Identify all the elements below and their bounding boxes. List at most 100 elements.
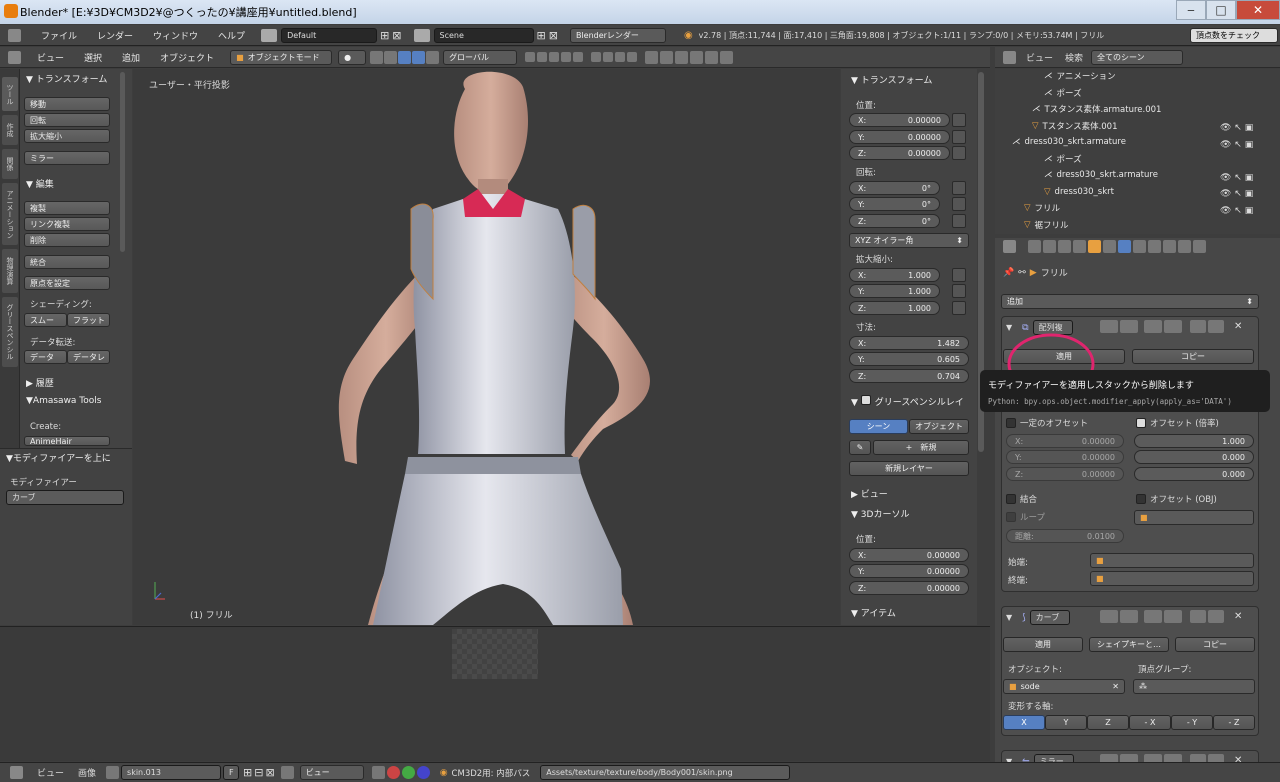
data-tab-icon[interactable] (1133, 240, 1146, 253)
layer-button[interactable] (561, 52, 572, 62)
relative-offset-x[interactable]: 1.000 (1134, 434, 1254, 448)
lock-icon[interactable] (952, 181, 966, 195)
scale-y-field[interactable]: Y: 1.000 (849, 284, 940, 298)
modifiers-tab-icon[interactable] (1118, 240, 1131, 253)
add-layout-icon[interactable]: ⊞ (380, 29, 389, 42)
grease-scene-button[interactable]: シーン (849, 419, 908, 434)
close-window-button[interactable]: ✕ (1236, 0, 1280, 20)
delete-button[interactable]: 削除 (24, 233, 110, 247)
tab-create[interactable]: 作成 (2, 115, 18, 145)
scale-z-field[interactable]: Z: 1.000 (849, 301, 940, 315)
physics-tab-icon[interactable] (1193, 240, 1206, 253)
rotation-x-field[interactable]: X: 0° (849, 181, 940, 195)
editor-type-icon[interactable] (8, 50, 21, 64)
loop-checkbox[interactable]: ループ (1006, 511, 1045, 523)
image-browse-icon[interactable] (106, 766, 120, 779)
lock-icon[interactable] (952, 113, 966, 127)
layer-button[interactable] (615, 52, 626, 62)
menu-object[interactable]: オブジェクト (150, 51, 224, 64)
vertex-group-field[interactable]: ⁂ (1133, 679, 1255, 694)
red-channel-icon[interactable] (386, 766, 400, 779)
scale-icon[interactable] (426, 50, 440, 64)
lock-icon[interactable] (645, 50, 659, 64)
array-copy-button[interactable]: コピー (1132, 349, 1254, 364)
editmode-toggle-icon[interactable] (1144, 320, 1162, 333)
snap-target-icon[interactable] (675, 50, 689, 64)
pivot-icon[interactable] (370, 50, 384, 64)
snap-icon[interactable] (660, 50, 674, 64)
layer-button[interactable] (627, 52, 638, 62)
flat-button[interactable]: フラット (67, 313, 110, 327)
rotation-z-field[interactable]: Z: 0° (849, 214, 940, 228)
lock-icon[interactable] (952, 146, 966, 160)
particles-tab-icon[interactable] (1178, 240, 1191, 253)
outliner-row[interactable]: ▽ フリル (1024, 200, 1060, 216)
layer-button[interactable] (549, 52, 560, 62)
cursor-z-field[interactable]: Z: 0.00000 (849, 581, 969, 595)
mode-select[interactable]: ■ オブジェクトモード (230, 49, 333, 65)
start-cap-field[interactable]: ■ (1090, 553, 1254, 568)
pin-image-icon[interactable] (280, 766, 294, 779)
set-origin-button[interactable]: 原点を設定 (24, 276, 110, 290)
render-engine-select[interactable]: Blenderレンダー (569, 27, 666, 43)
new-layer-button[interactable]: 新規レイヤー (849, 461, 969, 476)
editor-type-icon[interactable] (10, 766, 23, 779)
grease-toggle[interactable] (860, 395, 871, 405)
edit-panel-header[interactable]: ▼ 編集 (26, 177, 54, 190)
outliner-row[interactable]: ▽ Tスタンス素体.001 (1032, 118, 1118, 134)
move-up-icon[interactable] (1190, 320, 1206, 333)
const-offset-y[interactable]: Y: 0.00000 (1006, 450, 1124, 464)
menu-help[interactable]: ヘルプ (208, 29, 255, 42)
remove-scene-icon[interactable]: ⊠ (549, 29, 558, 42)
editmode-toggle-icon[interactable] (1144, 610, 1162, 623)
n-transform-header[interactable]: ▼ トランスフォーム (851, 73, 932, 86)
axis-x-button[interactable]: X (1003, 715, 1045, 730)
new-image-icon[interactable]: ⊞ (243, 766, 252, 779)
outliner-row[interactable]: ⋌ アニメーション (1044, 68, 1116, 84)
render-tab-icon[interactable] (1028, 240, 1041, 253)
relative-offset-z[interactable]: 0.000 (1134, 467, 1254, 481)
image-menu-image[interactable]: 画像 (78, 766, 96, 779)
axis-y-button[interactable]: Y (1045, 715, 1087, 730)
grease-pencil-header[interactable]: ▼ グリースペンシルレイ (851, 395, 976, 408)
translate-button[interactable]: 移動 (24, 97, 110, 111)
scene-icon[interactable] (413, 28, 430, 42)
axis-neg-z-button[interactable]: - Z (1213, 715, 1255, 730)
curve-copy-button[interactable]: コピー (1175, 637, 1255, 652)
shading-select[interactable]: ● (338, 49, 367, 65)
merge-distance-field[interactable]: 距離: 0.0100 (1006, 529, 1124, 543)
cage-toggle-icon[interactable] (1164, 610, 1182, 623)
menu-file[interactable]: ファイル (31, 29, 87, 42)
dimension-y-field[interactable]: Y: 0.605 (849, 352, 969, 366)
rotation-y-field[interactable]: Y: 0° (849, 197, 940, 211)
add-modifier-select[interactable]: 追加 ⬍ (1001, 294, 1259, 309)
render-icon[interactable] (705, 50, 719, 64)
rotation-mode-select[interactable]: XYZ オイラー角 ⬍ (849, 233, 969, 248)
proportional-icon[interactable] (690, 50, 704, 64)
cursor-y-field[interactable]: Y: 0.00000 (849, 564, 969, 578)
render-toggle-icon[interactable] (1100, 610, 1118, 623)
outliner-menu-view[interactable]: ビュー (1026, 51, 1053, 64)
scale-x-field[interactable]: X: 1.000 (849, 268, 940, 282)
n-view-header[interactable]: ▶ ビュー (851, 487, 888, 500)
outliner-row[interactable]: ▽ dress030_skrt (1044, 184, 1114, 200)
n-cursor-header[interactable]: ▼ 3Dカーソル (851, 507, 909, 520)
tool-shelf-scrollbar[interactable] (120, 72, 125, 252)
curve-modifier-name[interactable]: カーブ (1029, 610, 1070, 625)
menu-add[interactable]: 追加 (112, 51, 150, 64)
relative-offset-y[interactable]: 0.000 (1134, 450, 1254, 464)
dimension-x-field[interactable]: X: 1.482 (849, 336, 969, 350)
mirror-button[interactable]: ミラー (24, 151, 110, 165)
image-name-field[interactable]: skin.013 (121, 765, 222, 780)
history-panel-header[interactable]: ▶ 履歴 (26, 376, 54, 389)
layers-tab-icon[interactable] (1043, 240, 1056, 253)
grease-object-button[interactable]: オブジェクト (909, 419, 969, 434)
outliner-row[interactable]: ▽ 裾フリル (1024, 217, 1069, 233)
move-down-icon[interactable] (1208, 610, 1224, 623)
layout-field[interactable]: Default (281, 27, 378, 43)
realtime-toggle-icon[interactable] (1120, 610, 1138, 623)
data-button[interactable]: データ (24, 350, 67, 364)
outliner-row[interactable]: ⋌ dress030_skrt.armature (1044, 167, 1158, 183)
rotate-button[interactable]: 回転 (24, 113, 110, 127)
tab-physics[interactable]: 物理演算 (2, 249, 18, 293)
